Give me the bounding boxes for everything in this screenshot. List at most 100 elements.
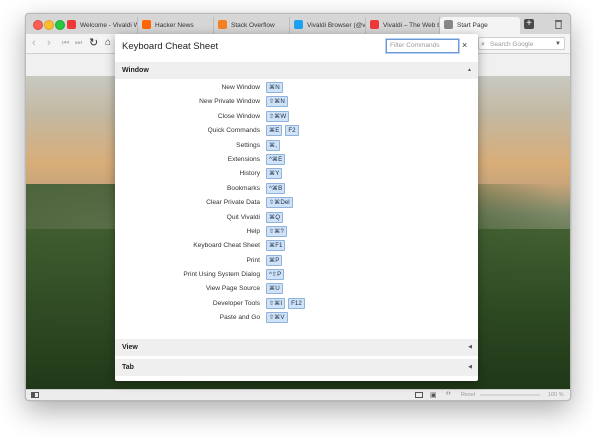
shortcut-key[interactable]: ⌘U xyxy=(266,283,283,295)
shortcut-key[interactable]: ⇧⌘? xyxy=(266,225,287,237)
start-page-icon xyxy=(444,20,453,29)
rewind-icon[interactable]: ⏮ xyxy=(62,37,69,49)
command-row: Close Window ⇧⌘W xyxy=(115,110,478,125)
shortcut-keys: ⌘, xyxy=(266,139,283,152)
forward-icon[interactable]: › xyxy=(47,37,51,49)
command-row: Clear Private Data ⇧⌘Del xyxy=(115,197,478,211)
zoom-slider[interactable] xyxy=(480,394,540,396)
shortcut-keys: ⌘N xyxy=(266,82,286,94)
command-label: Bookmarks xyxy=(227,184,260,192)
command-label: New Window xyxy=(221,84,260,91)
tile-icon[interactable] xyxy=(415,392,423,398)
fast-forward-icon[interactable]: ⏭ xyxy=(75,37,82,49)
tab-title: Vivaldi Browser (@viv xyxy=(307,22,366,29)
shortcut-keys: ⇧⌘V xyxy=(266,312,291,324)
shortcut-keys: ⌘Y xyxy=(266,168,285,180)
code-icon[interactable]: ‹› xyxy=(446,390,451,397)
shortcut-key[interactable]: ⇧⌘I xyxy=(266,297,286,309)
command-row: Print Using System Dialog ^⇧P xyxy=(115,269,478,283)
shortcut-key[interactable]: ⌘E xyxy=(266,125,283,137)
shortcut-key[interactable]: ⇧⌘W xyxy=(266,110,290,122)
command-row: Quit Vivaldi ⌘Q xyxy=(115,211,478,226)
shortcut-key[interactable]: ⇧⌘Del xyxy=(266,197,293,209)
tab[interactable]: Vivaldi Browser (@viv xyxy=(290,17,366,34)
command-list: New Window ⌘N New Private Window ⇧⌘N Close W… xyxy=(115,82,478,327)
section-window[interactable]: Window ▲ xyxy=(115,62,478,79)
tab[interactable]: Hacker News xyxy=(138,17,214,34)
shortcut-key[interactable]: ⌘N xyxy=(266,82,283,93)
shortcut-key[interactable]: ⌘F1 xyxy=(266,240,286,252)
new-tab-button[interactable]: + xyxy=(524,19,534,29)
stack-overflow-icon xyxy=(218,20,227,29)
section-tab[interactable]: Tab ◀ xyxy=(115,359,478,376)
shortcut-key[interactable]: ^⌘E xyxy=(266,153,286,165)
shortcut-key[interactable]: ⌘, xyxy=(266,139,280,151)
search-input[interactable]: ⌕ Search Google ▼ xyxy=(478,37,565,50)
shortcut-key[interactable]: ^⌘B xyxy=(266,182,286,194)
chevron-down-icon[interactable]: ▼ xyxy=(555,38,561,51)
cheat-sheet-dialog: Keyboard Cheat Sheet Filter Commands × W… xyxy=(115,34,478,381)
command-label: Print Using System Dialog xyxy=(183,271,260,279)
command-row: New Window ⌘N xyxy=(115,82,478,96)
vivaldi-icon xyxy=(370,20,379,29)
shortcut-key[interactable]: F12 xyxy=(288,297,305,309)
command-label: Keyboard Cheat Sheet xyxy=(193,242,260,250)
shortcut-key[interactable]: ⇧⌘V xyxy=(266,312,288,324)
shortcut-keys: ⇧⌘Del xyxy=(266,197,296,209)
section-label: View xyxy=(122,344,138,351)
shortcut-key[interactable]: ⌘Q xyxy=(266,211,284,223)
shortcut-keys: ⇧⌘? xyxy=(266,225,290,238)
command-label: Help xyxy=(246,227,260,235)
command-label: Extensions xyxy=(227,155,260,163)
command-row: Settings ⌘, xyxy=(115,139,478,154)
image-icon[interactable]: ▣ xyxy=(430,391,437,399)
command-row: New Private Window ⇧⌘N xyxy=(115,96,478,110)
tab-title: Start Page xyxy=(457,22,488,29)
hacker-news-icon xyxy=(142,20,151,29)
command-row: Quick Commands ⌘E F2 xyxy=(115,125,478,139)
shortcut-keys: ⌘E F2 xyxy=(266,125,302,137)
search-icon: ⌕ xyxy=(481,41,485,48)
tab[interactable]: Stack Overflow xyxy=(214,17,290,34)
shortcut-keys: ⇧⌘W xyxy=(266,110,292,123)
chevron-left-icon: ◀ xyxy=(468,344,472,350)
command-label: Developer Tools xyxy=(212,299,260,307)
tab[interactable]: Vivaldi – The Web bro xyxy=(366,17,440,34)
command-label: Clear Private Data xyxy=(206,199,260,207)
chevron-left-icon: ◀ xyxy=(468,364,472,370)
section-view[interactable]: View ◀ xyxy=(115,339,478,356)
command-row: View Page Source ⌘U xyxy=(115,283,478,297)
twitter-icon xyxy=(294,20,303,29)
command-label: History xyxy=(239,170,260,178)
shortcut-key[interactable]: ⌘P xyxy=(266,254,283,266)
dialog-header: Keyboard Cheat Sheet Filter Commands × xyxy=(115,34,478,59)
tab-title: Vivaldi – The Web bro xyxy=(383,22,439,29)
command-row: Bookmarks ^⌘B xyxy=(115,182,478,197)
close-icon[interactable]: × xyxy=(462,40,467,50)
shortcut-key[interactable]: ⇧⌘N xyxy=(266,96,288,108)
shortcut-keys: ^⌘B xyxy=(266,182,288,195)
command-label: New Private Window xyxy=(199,98,260,106)
home-icon[interactable]: ⌂ xyxy=(105,37,111,49)
tab[interactable]: Start Page xyxy=(440,17,520,34)
trash-icon[interactable] xyxy=(554,19,563,29)
tab-bar: Welcome - Vivaldi Wo Hacker News Stack Ove… xyxy=(26,14,570,35)
status-bar: ▣ ‹› Reset 100 % xyxy=(26,389,570,400)
shortcut-keys: ⇧⌘I F12 xyxy=(266,297,308,310)
zoom-reset-button[interactable]: Reset xyxy=(461,392,475,398)
reload-icon[interactable]: ↻ xyxy=(89,37,98,49)
command-row: History ⌘Y xyxy=(115,168,478,182)
panel-toggle-icon[interactable] xyxy=(31,392,39,398)
shortcut-key[interactable]: ⌘Y xyxy=(266,168,283,180)
back-icon[interactable]: ‹ xyxy=(32,37,36,49)
shortcut-key[interactable]: ^⇧P xyxy=(266,269,285,281)
shortcut-key[interactable]: F2 xyxy=(285,125,299,137)
tab[interactable]: Welcome - Vivaldi Wo xyxy=(63,17,138,34)
shortcut-keys: ^⌘E xyxy=(266,153,288,166)
window-close-button[interactable] xyxy=(33,20,43,30)
vivaldi-icon xyxy=(67,20,76,29)
command-row: Extensions ^⌘E xyxy=(115,153,478,168)
filter-commands-input[interactable]: Filter Commands xyxy=(386,39,459,53)
window-minimize-button[interactable] xyxy=(44,20,54,30)
chevron-up-icon: ▲ xyxy=(467,67,472,73)
